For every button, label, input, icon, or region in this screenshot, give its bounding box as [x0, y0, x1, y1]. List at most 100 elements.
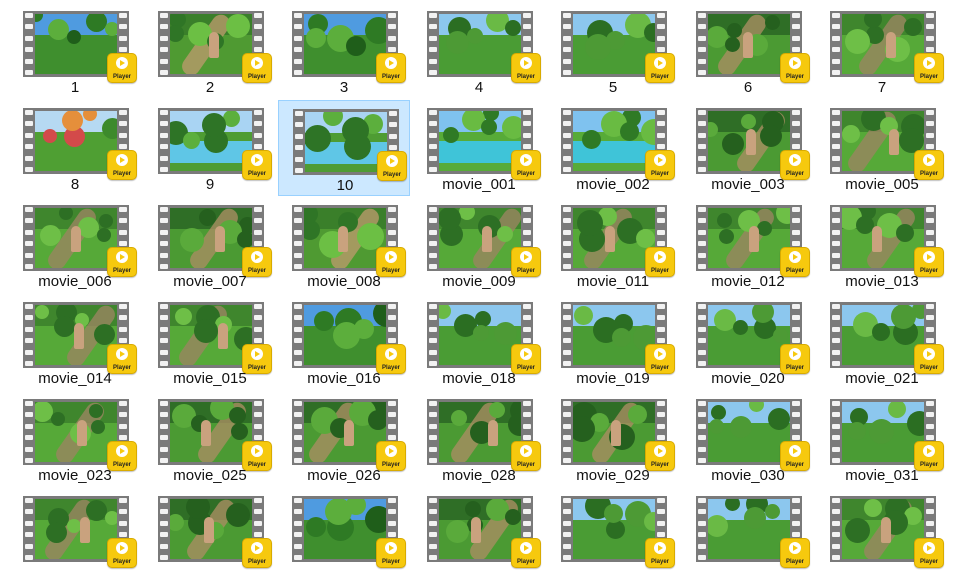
film-perforations — [24, 498, 34, 560]
file-item[interactable]: Player movie_018 — [413, 294, 545, 390]
play-icon — [251, 542, 263, 554]
file-item[interactable]: Player movie_014 — [9, 294, 141, 390]
video-thumbnail: Player — [427, 399, 541, 471]
file-item[interactable]: Player movie_020 — [682, 294, 814, 390]
file-item[interactable]: Player movie_005 — [816, 100, 948, 196]
video-thumbnail: Player — [292, 302, 406, 374]
file-name: movie_015 — [173, 370, 247, 387]
file-item[interactable]: Player 7 — [816, 3, 948, 99]
player-badge-label: Player — [247, 559, 266, 565]
film-perforations — [562, 498, 572, 560]
film-perforations — [428, 401, 438, 463]
file-item[interactable]: Player movie_025 — [144, 391, 276, 487]
video-thumbnail: Player — [561, 11, 675, 83]
video-frame-preview — [573, 208, 655, 268]
video-frame-preview — [708, 111, 790, 171]
file-item[interactable]: Player movie_009 — [413, 197, 545, 293]
video-frame-preview — [708, 14, 790, 74]
video-thumbnail: Player — [830, 205, 944, 277]
play-icon — [654, 154, 666, 166]
file-item[interactable]: Player movie_023 — [9, 391, 141, 487]
file-item[interactable]: Player movie_029 — [547, 391, 679, 487]
file-item[interactable]: Player — [816, 488, 948, 584]
film-perforations — [831, 304, 841, 366]
play-icon — [923, 57, 935, 69]
video-frame-preview — [170, 305, 252, 365]
video-thumbnail: Player — [830, 399, 944, 471]
file-name: 2 — [205, 79, 215, 96]
film-perforations — [562, 110, 572, 172]
file-item[interactable]: Player movie_021 — [816, 294, 948, 390]
film-perforations — [428, 498, 438, 560]
file-item[interactable]: Player movie_012 — [682, 197, 814, 293]
file-item[interactable]: Player 6 — [682, 3, 814, 99]
file-item[interactable]: Player movie_016 — [278, 294, 410, 390]
video-thumbnail: Player — [696, 399, 810, 471]
file-item[interactable]: Player movie_026 — [278, 391, 410, 487]
film-perforations — [428, 207, 438, 269]
play-icon — [520, 154, 532, 166]
file-item[interactable]: Player 5 — [547, 3, 679, 99]
file-item[interactable]: Player movie_028 — [413, 391, 545, 487]
video-frame-preview — [35, 305, 117, 365]
file-item[interactable]: Player — [278, 488, 410, 584]
file-item[interactable]: Player movie_003 — [682, 100, 814, 196]
player-badge-icon: Player — [107, 538, 137, 568]
file-item[interactable]: Player 1 — [9, 3, 141, 99]
play-icon — [386, 155, 398, 167]
file-item[interactable]: Player — [682, 488, 814, 584]
play-icon — [520, 348, 532, 360]
play-icon — [251, 445, 263, 457]
file-item[interactable]: Player 4 — [413, 3, 545, 99]
player-badge-icon: Player — [376, 538, 406, 568]
file-name: 6 — [743, 79, 753, 96]
file-name: movie_006 — [38, 273, 112, 290]
player-badge-icon: Player — [511, 538, 541, 568]
file-item[interactable]: Player 3 — [278, 3, 410, 99]
file-item[interactable]: Player movie_002 — [547, 100, 679, 196]
video-frame-preview — [439, 208, 521, 268]
file-item[interactable]: Player 8 — [9, 100, 141, 196]
file-item[interactable]: Player — [144, 488, 276, 584]
video-frame-preview — [439, 402, 521, 462]
film-perforations — [697, 110, 707, 172]
file-item[interactable]: Player movie_030 — [682, 391, 814, 487]
file-item[interactable]: Player — [9, 488, 141, 584]
video-frame-preview — [304, 208, 386, 268]
video-thumbnail: Player — [23, 11, 137, 83]
file-item[interactable]: Player movie_008 — [278, 197, 410, 293]
file-item[interactable]: Player movie_006 — [9, 197, 141, 293]
video-thumbnail: Player — [292, 11, 406, 83]
file-item[interactable]: Player 10 — [278, 100, 410, 196]
film-perforations — [697, 13, 707, 75]
file-item[interactable]: Player movie_007 — [144, 197, 276, 293]
file-name: movie_012 — [711, 273, 785, 290]
video-frame-preview — [573, 499, 655, 559]
play-icon — [385, 445, 397, 457]
file-item[interactable]: Player movie_015 — [144, 294, 276, 390]
video-thumbnail: Player — [830, 496, 944, 568]
video-frame-preview — [708, 208, 790, 268]
file-name: movie_018 — [442, 370, 516, 387]
file-item[interactable]: Player — [413, 488, 545, 584]
file-item[interactable]: Player — [547, 488, 679, 584]
file-item[interactable]: Player 2 — [144, 3, 276, 99]
video-frame-preview — [35, 402, 117, 462]
file-item[interactable]: Player movie_001 — [413, 100, 545, 196]
video-frame-preview — [573, 305, 655, 365]
play-icon — [923, 348, 935, 360]
file-item[interactable]: Player movie_013 — [816, 197, 948, 293]
file-item[interactable]: Player movie_011 — [547, 197, 679, 293]
video-frame-preview — [439, 111, 521, 171]
file-item[interactable]: Player 9 — [144, 100, 276, 196]
file-item[interactable]: Player movie_031 — [816, 391, 948, 487]
film-perforations — [293, 207, 303, 269]
video-frame-preview — [304, 402, 386, 462]
player-badge-label: Player — [381, 559, 400, 565]
file-name: movie_031 — [845, 467, 919, 484]
video-frame-preview — [304, 499, 386, 559]
player-badge-icon: Player — [242, 538, 272, 568]
video-thumbnail: Player — [830, 11, 944, 83]
video-thumbnail: Player — [427, 108, 541, 180]
file-item[interactable]: Player movie_019 — [547, 294, 679, 390]
